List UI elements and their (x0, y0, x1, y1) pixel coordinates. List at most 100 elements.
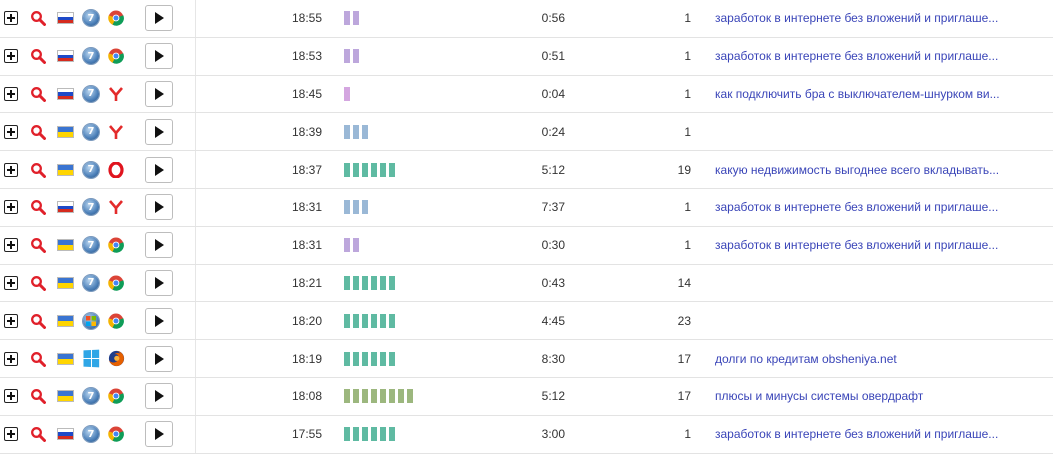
visit-time: 18:53 (291, 49, 322, 64)
activity-bar (362, 351, 368, 366)
expand-icon[interactable] (4, 351, 18, 366)
activity-bar (362, 427, 368, 442)
play-button[interactable] (145, 421, 173, 448)
search-icon[interactable] (30, 351, 46, 367)
activity-bar (344, 389, 350, 404)
visit-time: 18:31 (291, 200, 322, 215)
search-icon[interactable] (30, 48, 46, 65)
expand-icon[interactable] (4, 11, 18, 26)
activity-bar (407, 389, 413, 404)
play-button[interactable] (145, 43, 173, 70)
expand-icon[interactable] (4, 427, 18, 442)
table-row: 7 18:31 7:37 1 заработок в интернете без… (0, 188, 1053, 227)
activity-bar (344, 49, 350, 64)
play-button[interactable] (145, 269, 173, 296)
page-views: 17 (677, 351, 691, 366)
play-button[interactable] (145, 345, 173, 372)
play-button[interactable] (145, 80, 173, 107)
search-query-link[interactable]: как подключить бра с выключателем-шнурко… (715, 87, 1000, 101)
search-icon[interactable] (30, 199, 46, 216)
activity-bars (344, 351, 395, 366)
activity-bar (389, 275, 395, 290)
visit-time: 18:21 (291, 275, 322, 290)
windows-7-icon: 7 (83, 85, 99, 102)
expand-icon[interactable] (4, 86, 18, 101)
activity-bar (389, 427, 395, 442)
visit-duration: 3:00 (541, 427, 565, 442)
search-query-link[interactable]: плюсы и минусы системы овердрафт (715, 389, 923, 403)
column-divider (195, 264, 196, 302)
search-icon[interactable] (30, 162, 46, 178)
search-query-link[interactable]: заработок в интернете без вложений и при… (715, 427, 998, 441)
search-query-link[interactable]: заработок в интернете без вложений и при… (715, 238, 998, 252)
expand-icon[interactable] (4, 162, 18, 177)
visit-duration: 5:12 (541, 389, 565, 404)
activity-bar (353, 124, 359, 139)
search-icon[interactable] (30, 237, 46, 254)
page-views: 1 (684, 11, 691, 26)
expand-icon[interactable] (4, 313, 18, 328)
windows-7-icon: 7 (83, 123, 99, 140)
expand-icon[interactable] (4, 389, 18, 404)
visit-time: 18:55 (291, 11, 322, 26)
expand-icon[interactable] (4, 124, 18, 139)
play-button[interactable] (145, 5, 173, 32)
search-icon[interactable] (30, 426, 46, 443)
activity-bar (344, 238, 350, 253)
play-button[interactable] (145, 118, 173, 145)
visit-duration: 4:45 (541, 313, 565, 328)
column-divider (195, 340, 196, 377)
activity-bar (389, 389, 395, 404)
russia-flag-icon (57, 428, 74, 441)
search-icon[interactable] (30, 86, 46, 102)
search-query-link[interactable]: заработок в интернете без вложений и при… (715, 49, 998, 63)
search-icon[interactable] (30, 124, 46, 140)
play-icon (155, 314, 164, 327)
play-button[interactable] (145, 307, 173, 334)
play-button[interactable] (145, 383, 173, 410)
column-divider (195, 37, 196, 75)
yandex-browser-icon (108, 124, 124, 140)
search-icon[interactable] (30, 313, 46, 329)
windows-7-icon: 7 (83, 274, 99, 291)
activity-bars (344, 389, 413, 404)
chrome-icon (108, 275, 124, 291)
chrome-icon (108, 426, 124, 442)
search-icon[interactable] (30, 388, 46, 405)
search-icon[interactable] (30, 275, 46, 291)
search-query-link[interactable]: заработок в интернете без вложений и при… (715, 200, 998, 214)
visit-duration: 7:37 (541, 200, 565, 215)
column-divider (195, 377, 196, 415)
expand-icon[interactable] (4, 200, 18, 215)
play-button[interactable] (145, 156, 173, 183)
visit-time: 18:45 (291, 86, 322, 101)
activity-bar (353, 49, 359, 64)
activity-bars (344, 275, 395, 290)
visit-time: 18:37 (291, 162, 322, 177)
activity-bar (353, 351, 359, 366)
play-icon (155, 125, 164, 138)
activity-bar (353, 313, 359, 328)
expand-icon[interactable] (4, 238, 18, 253)
search-query-link[interactable]: какую недвижимость выгоднее всего вклады… (715, 163, 999, 177)
page-views: 14 (677, 275, 691, 290)
search-icon[interactable] (30, 10, 46, 27)
activity-bar (380, 427, 386, 442)
visit-duration: 0:51 (541, 49, 565, 64)
page-views: 1 (684, 427, 691, 442)
visit-duration: 0:30 (541, 238, 565, 253)
activity-bar (380, 389, 386, 404)
activity-bar (344, 11, 350, 26)
expand-icon[interactable] (4, 275, 18, 290)
search-query-link[interactable]: долги по кредитам obsheniya.net (715, 352, 897, 366)
russia-flag-icon (57, 201, 74, 214)
search-query-link[interactable]: заработок в интернете без вложений и при… (715, 11, 998, 25)
play-button[interactable] (145, 232, 173, 259)
activity-bars (344, 238, 359, 253)
activity-bars (344, 124, 368, 139)
play-button[interactable] (145, 194, 173, 221)
ukraine-flag-icon (57, 239, 74, 252)
expand-icon[interactable] (4, 49, 18, 64)
visit-time: 18:31 (291, 238, 322, 253)
windows-xp-icon (83, 312, 99, 329)
